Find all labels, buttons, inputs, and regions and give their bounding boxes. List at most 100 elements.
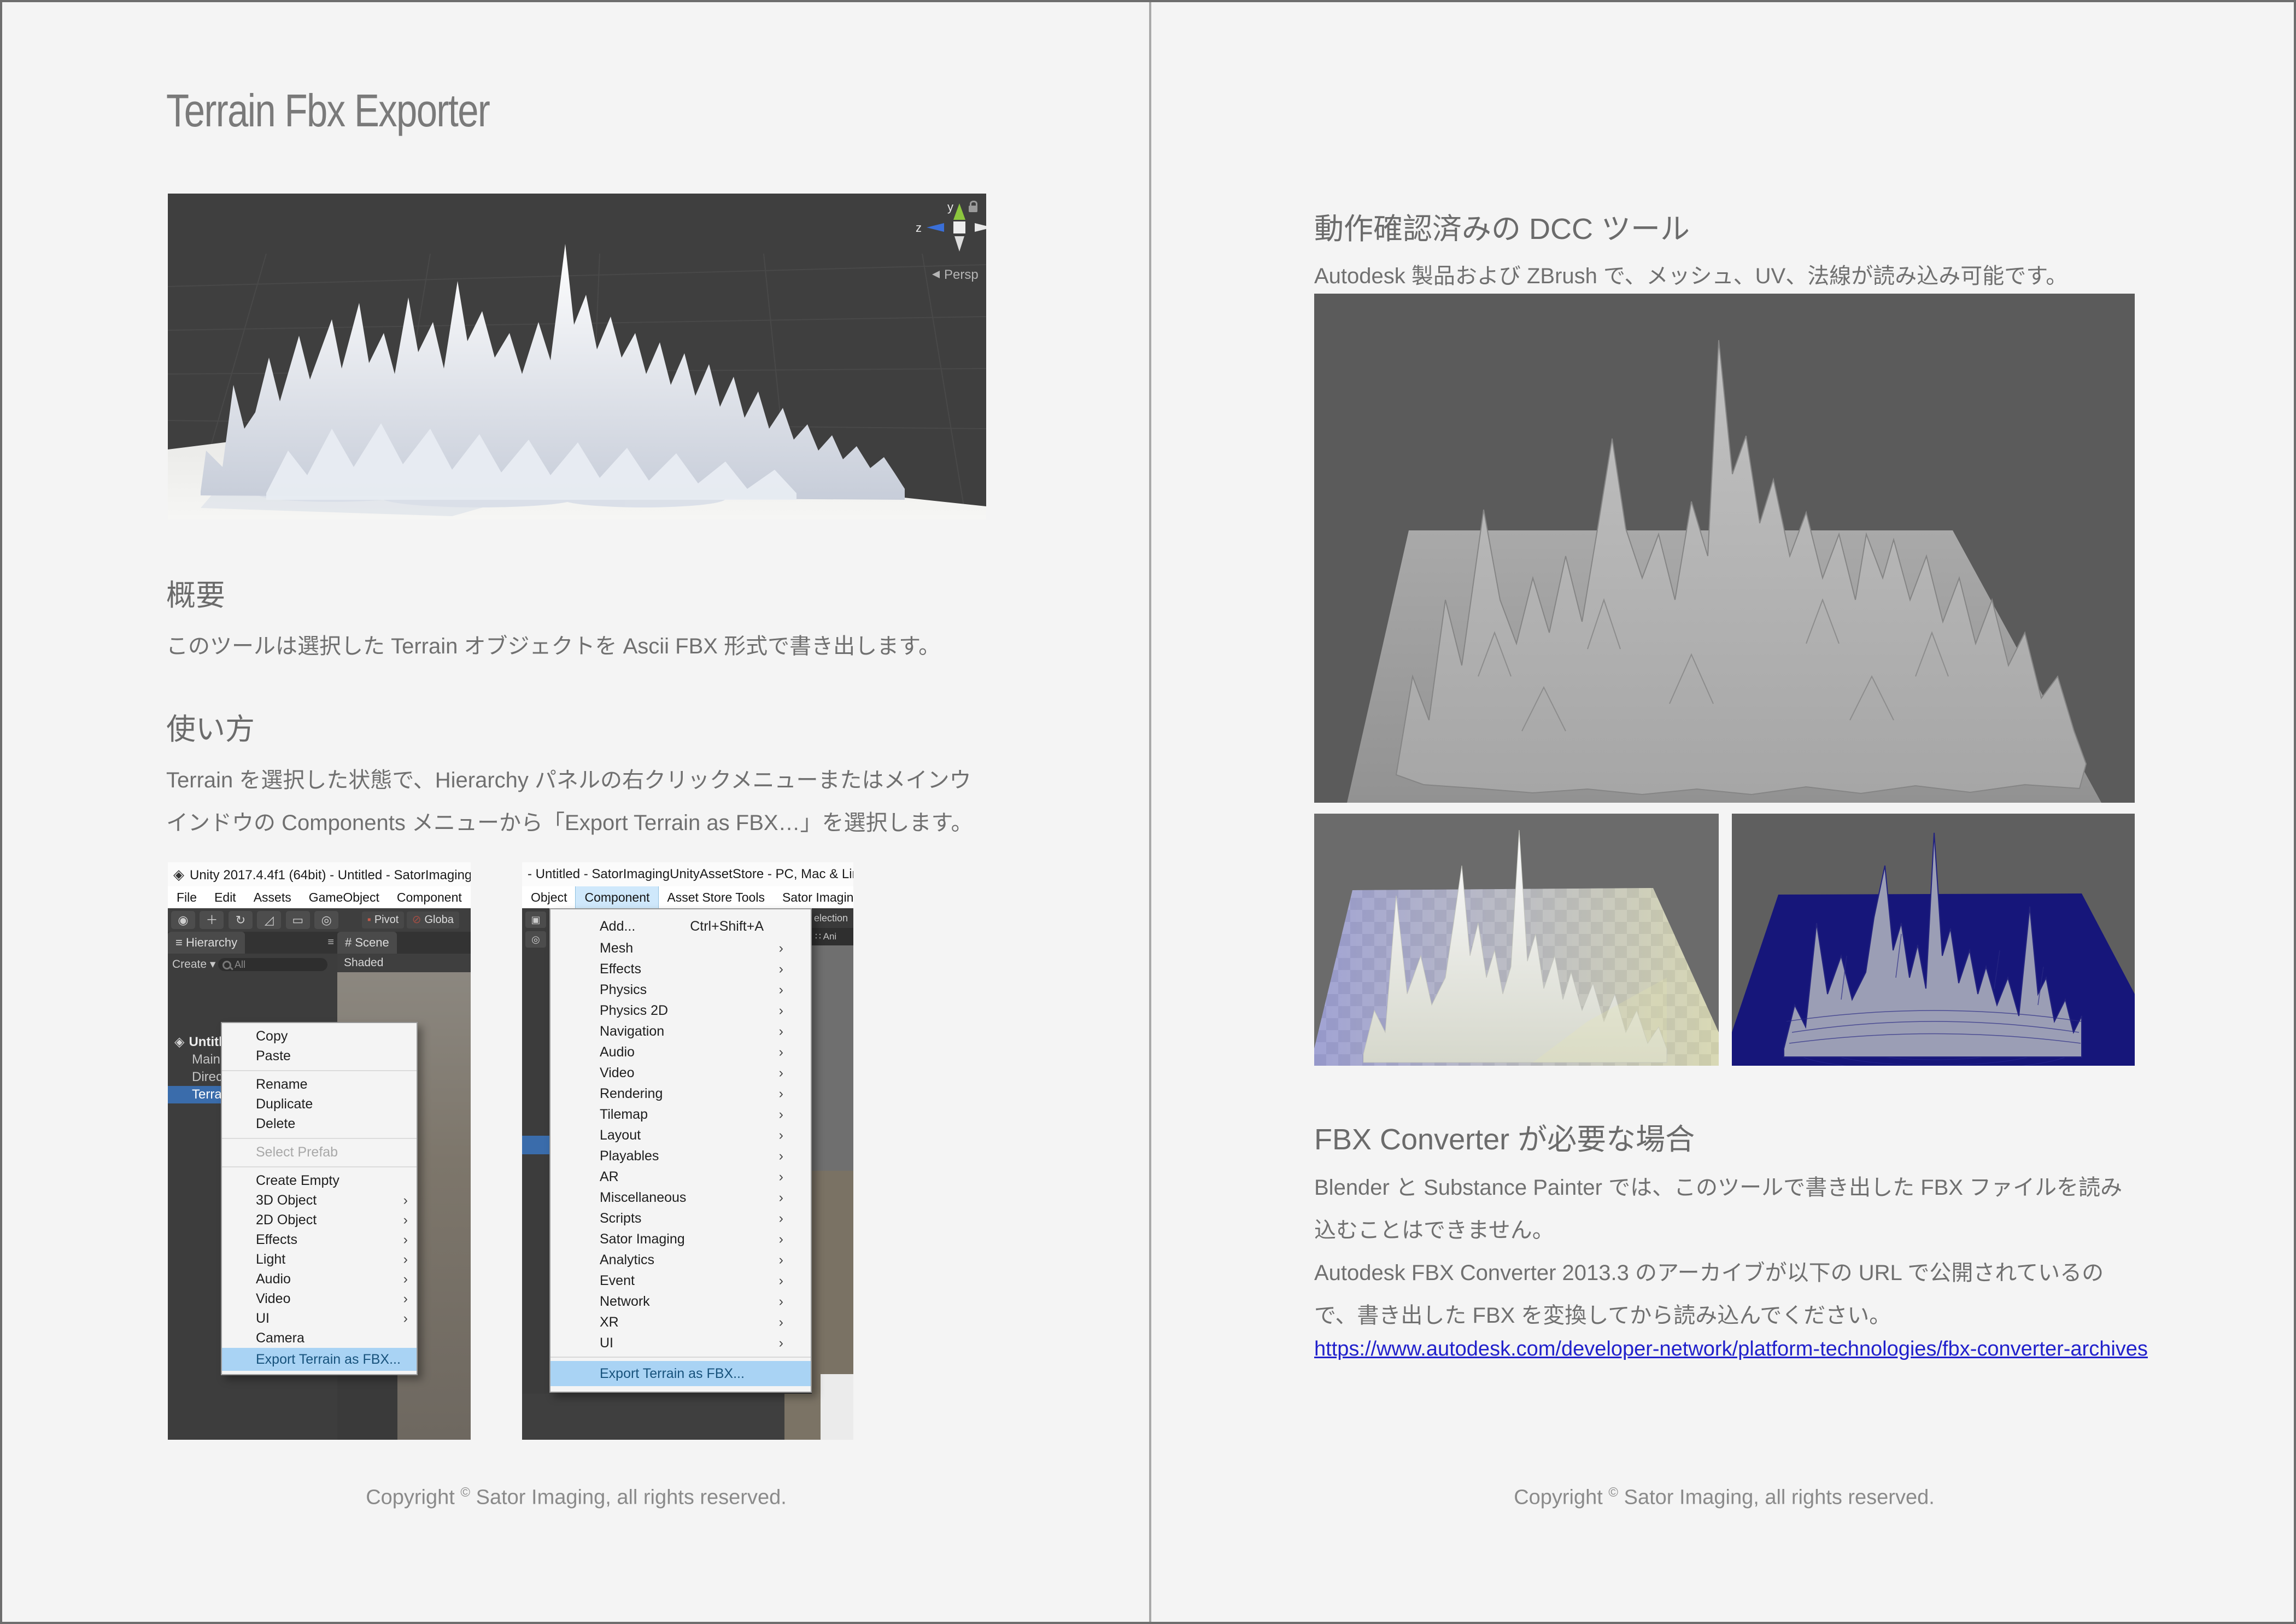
component-menu-item[interactable]: Sator Imaging › xyxy=(550,1229,811,1249)
hierarchy-tab[interactable]: ≡ Hierarchy xyxy=(168,932,245,954)
pivot-button[interactable]: ▪Pivot xyxy=(362,912,405,928)
menu-item[interactable]: Edit xyxy=(206,886,245,908)
fbx-converter-archive-link[interactable]: https://www.autodesk.com/developer-netwo… xyxy=(1314,1337,2148,1361)
bright-corner xyxy=(821,1374,853,1440)
window-titlebar: - Untitled - SatorImagingUnityAssetStore… xyxy=(522,862,853,886)
component-menu-item[interactable]: Playables › xyxy=(550,1146,811,1166)
component-menu-item[interactable]: Effects › xyxy=(550,959,811,979)
context-menu-item[interactable]: Video › xyxy=(222,1289,417,1308)
context-menu-item[interactable]: 2D Object › xyxy=(222,1210,417,1230)
fbx-converter-heading: FBX Converter が必要な場合 xyxy=(1314,1115,1695,1158)
component-menu-item[interactable]: UI › xyxy=(550,1333,811,1353)
scene-grid-icon: # xyxy=(345,936,352,949)
lock-icon[interactable] xyxy=(969,206,977,212)
export-terrain-menu-item[interactable]: Export Terrain as FBX... xyxy=(222,1348,417,1371)
context-menu-item[interactable]: Effects › xyxy=(222,1230,417,1249)
panel-menu-icon[interactable]: ≡ xyxy=(327,936,334,949)
search-icon xyxy=(222,961,231,969)
context-menu-item[interactable]: Audio › xyxy=(222,1269,417,1289)
component-menu-item[interactable]: Mesh › xyxy=(550,938,811,959)
window-title: - Untitled - SatorImagingUnityAssetStore… xyxy=(528,867,853,881)
usage-heading: 使い方 xyxy=(166,705,255,748)
component-menu-item[interactable]: Physics 2D › xyxy=(550,1000,811,1021)
submenu-chevron-icon: › xyxy=(779,1125,783,1146)
create-button[interactable]: Create ▾ xyxy=(172,958,215,971)
selection-panel-label: election xyxy=(812,908,853,928)
add-menu-item[interactable]: Add... Ctrl+Shift+A xyxy=(550,915,811,938)
component-menu-item[interactable]: Video › xyxy=(550,1062,811,1083)
component-menu-item[interactable]: Scripts › xyxy=(550,1208,811,1229)
menu-item[interactable]: Sator Imaging xyxy=(774,886,853,908)
submenu-chevron-icon: › xyxy=(403,1210,408,1230)
shaded-dropdown[interactable]: Shaded xyxy=(337,954,471,972)
submenu-chevron-icon: › xyxy=(779,1187,783,1208)
page-divider xyxy=(1149,2,1151,1624)
submenu-chevron-icon: › xyxy=(403,1289,408,1308)
component-menu-item[interactable]: XR › xyxy=(550,1312,811,1333)
left-toolbar-sliver: ▣ ◎ xyxy=(522,908,549,1394)
copyright-right: Copyright © Sator Imaging, all rights re… xyxy=(1150,1485,2296,1510)
context-menu-item[interactable]: Camera › xyxy=(222,1328,417,1348)
context-menu-item[interactable]: 3D Object › xyxy=(222,1190,417,1210)
scene-tab[interactable]: # Scene xyxy=(337,932,397,954)
move-tool-icon[interactable]: ＋ xyxy=(200,911,224,929)
wireframe-terrain-graphic xyxy=(1732,814,2135,1066)
component-menu-item[interactable]: Tilemap › xyxy=(550,1104,811,1125)
context-menu-item[interactable]: Delete › xyxy=(222,1114,417,1139)
export-terrain-menu-item[interactable]: Export Terrain as FBX... xyxy=(550,1361,811,1386)
menu-item[interactable]: Component xyxy=(388,886,471,908)
component-menu-item[interactable]: Analytics › xyxy=(550,1249,811,1270)
component-menu-item[interactable]: Physics › xyxy=(550,979,811,1000)
rect-tool-icon[interactable]: ▭ xyxy=(286,911,310,929)
menu-item[interactable]: Component xyxy=(576,886,658,908)
center-tool-icon[interactable]: ◎ xyxy=(314,911,338,929)
component-menu-item[interactable]: AR › xyxy=(550,1166,811,1187)
context-menu-item[interactable]: Select Prefab › xyxy=(222,1142,417,1167)
component-menu-item[interactable]: Miscellaneous › xyxy=(550,1187,811,1208)
toolbar: ◉ ＋ ↻ ◿ ▭ ◎ ▪Pivot ⊘Globa xyxy=(168,908,471,932)
menu-item[interactable]: Asset Store Tools xyxy=(658,886,774,908)
submenu-chevron-icon: › xyxy=(403,1230,408,1249)
menu-item[interactable]: Object xyxy=(522,886,576,908)
panel-lines-icon: ≡ xyxy=(175,936,183,949)
component-menu-item[interactable]: Layout › xyxy=(550,1125,811,1146)
copyright-left: Copyright © Sator Imaging, all rights re… xyxy=(2,1485,1150,1510)
menu-item[interactable]: File xyxy=(168,886,206,908)
context-menu-item[interactable]: Paste › xyxy=(222,1046,417,1071)
shortcut-label: Ctrl+Shift+A xyxy=(690,915,764,938)
menu-separator xyxy=(550,1357,811,1358)
dcc-render-checker-image xyxy=(1314,814,1719,1066)
usage-body-line2: インドウの Components メニューから「Export Terrain a… xyxy=(166,805,973,837)
right-panel-column: election ∷ Ani xyxy=(812,908,853,1440)
submenu-chevron-icon: › xyxy=(403,1269,408,1289)
context-menu-item[interactable]: UI › xyxy=(222,1308,417,1328)
gizmo-z-label: z xyxy=(916,221,922,235)
component-menu-item[interactable]: Event › xyxy=(550,1270,811,1291)
submenu-chevron-icon: › xyxy=(779,1333,783,1353)
context-menu-item[interactable]: Light › xyxy=(222,1249,417,1269)
component-menu-item[interactable]: Audio › xyxy=(550,1042,811,1062)
scale-tool-icon[interactable]: ◿ xyxy=(257,911,281,929)
context-menu-item[interactable]: Create Empty › xyxy=(222,1171,417,1190)
global-button[interactable]: ⊘Globa xyxy=(407,912,459,928)
global-icon: ⊘ xyxy=(412,914,421,926)
window-titlebar: ◈Unity 2017.4.4f1 (64bit) - Untitled - S… xyxy=(168,862,471,886)
submenu-chevron-icon: › xyxy=(779,1000,783,1021)
context-menu-item[interactable]: Copy › xyxy=(222,1026,417,1046)
menu-item[interactable]: GameObject xyxy=(300,886,388,908)
search-input[interactable]: All xyxy=(218,958,327,971)
context-menu: Copy › Paste › Rename › Duplicate › xyxy=(221,1022,418,1375)
context-menu-item[interactable]: Rename › xyxy=(222,1074,417,1094)
rotate-tool-icon[interactable]: ↻ xyxy=(229,911,253,929)
submenu-chevron-icon: › xyxy=(403,1190,408,1210)
main-menu-bar: ObjectComponentAsset Store ToolsSator Im… xyxy=(522,886,853,908)
component-menu-item[interactable]: Rendering › xyxy=(550,1083,811,1104)
context-menu-item[interactable]: Duplicate › xyxy=(222,1094,417,1114)
submenu-chevron-icon: › xyxy=(403,1308,408,1328)
hand-tool-icon[interactable]: ◉ xyxy=(171,911,195,929)
component-menu-item[interactable]: Network › xyxy=(550,1291,811,1312)
component-menu-item[interactable]: Navigation › xyxy=(550,1021,811,1042)
menu-item[interactable]: Assets xyxy=(245,886,300,908)
dcc-heading: 動作確認済みの DCC ツール xyxy=(1314,205,1690,248)
fbx-body-line2: 込むことはできません。 xyxy=(1314,1212,1554,1244)
